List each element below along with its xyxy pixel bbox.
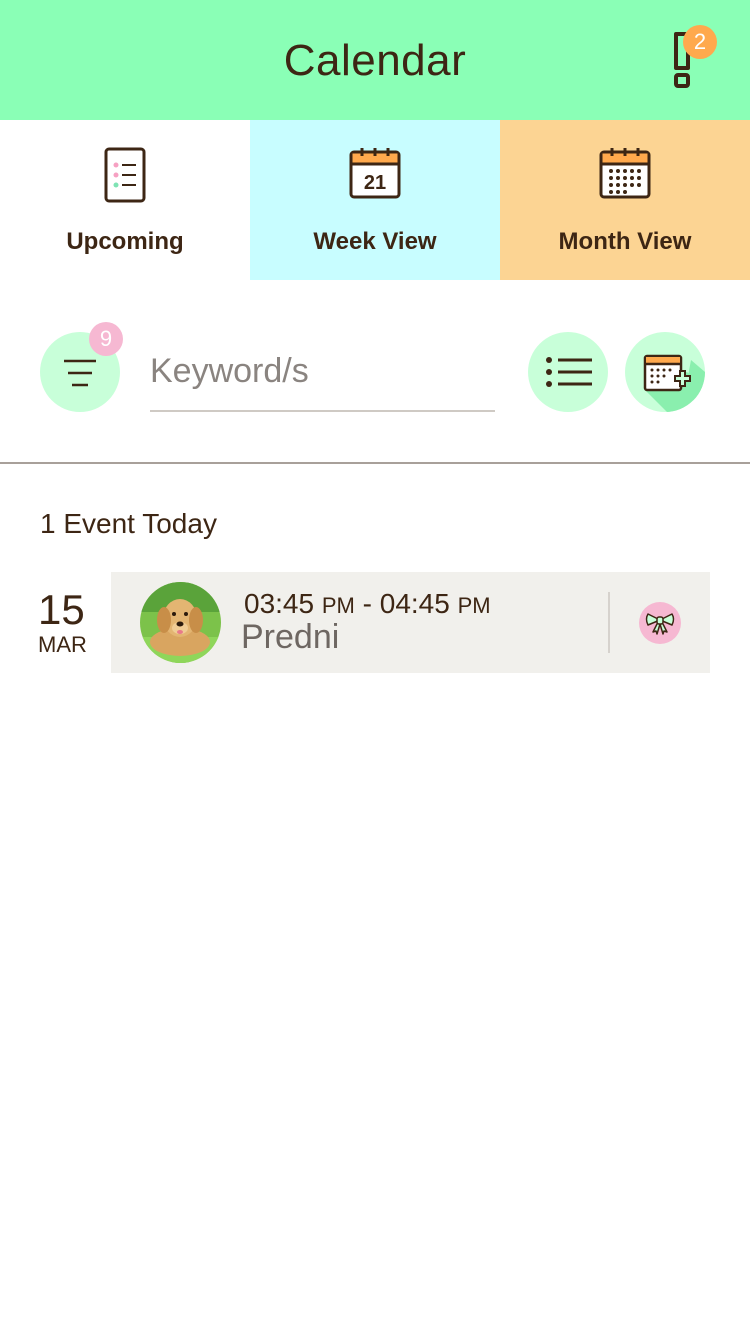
event-start-ampm: PM	[321, 593, 355, 618]
event-card[interactable]: 03:45 PM - 04:45 PM Predni	[111, 572, 710, 673]
tab-month-view-label: Month View	[558, 228, 692, 255]
filter-count-badge: 9	[89, 322, 123, 356]
list-view-button[interactable]	[528, 332, 608, 412]
bow-icon	[645, 613, 675, 635]
section-divider	[0, 462, 750, 464]
alerts-badge: 2	[683, 25, 717, 59]
pet-avatar	[140, 582, 221, 663]
event-divider	[608, 592, 610, 653]
calendar-day-number: 21	[364, 172, 386, 194]
event-name: Predni	[241, 618, 340, 656]
event-end-ampm: PM	[457, 593, 491, 618]
calendar-month-icon	[599, 148, 651, 199]
event-end-time: 04:45	[379, 588, 450, 619]
view-tabs: Upcoming 21 Week View Month View	[0, 120, 750, 280]
search-field	[150, 336, 495, 412]
list-document-icon	[104, 147, 146, 203]
tab-month-view[interactable]: Month View	[500, 120, 750, 280]
events-count-heading: 1 Event Today	[40, 508, 217, 539]
search-input[interactable]	[150, 336, 495, 406]
event-start-time: 03:45	[244, 588, 315, 619]
calendar-add-icon	[643, 354, 705, 412]
app-header: Calendar	[0, 0, 750, 120]
page-title: Calendar	[283, 36, 467, 85]
filter-icon	[64, 359, 96, 387]
event-date-day: 15	[38, 586, 85, 633]
event-tag-button[interactable]	[639, 602, 681, 644]
tab-upcoming-label: Upcoming	[66, 228, 184, 255]
event-date-month: MAR	[38, 632, 87, 657]
dog-photo	[140, 582, 221, 663]
event-time-separator: -	[354, 588, 380, 619]
list-icon	[546, 357, 592, 387]
calendar-day-icon: 21	[349, 148, 401, 199]
tab-week-view-label: Week View	[313, 228, 437, 255]
add-event-button[interactable]	[625, 332, 705, 412]
tab-upcoming[interactable]: Upcoming	[0, 120, 250, 280]
tab-week-view[interactable]: 21 Week View	[250, 120, 500, 280]
event-time-range: 03:45 PM - 04:45 PM	[244, 588, 491, 620]
